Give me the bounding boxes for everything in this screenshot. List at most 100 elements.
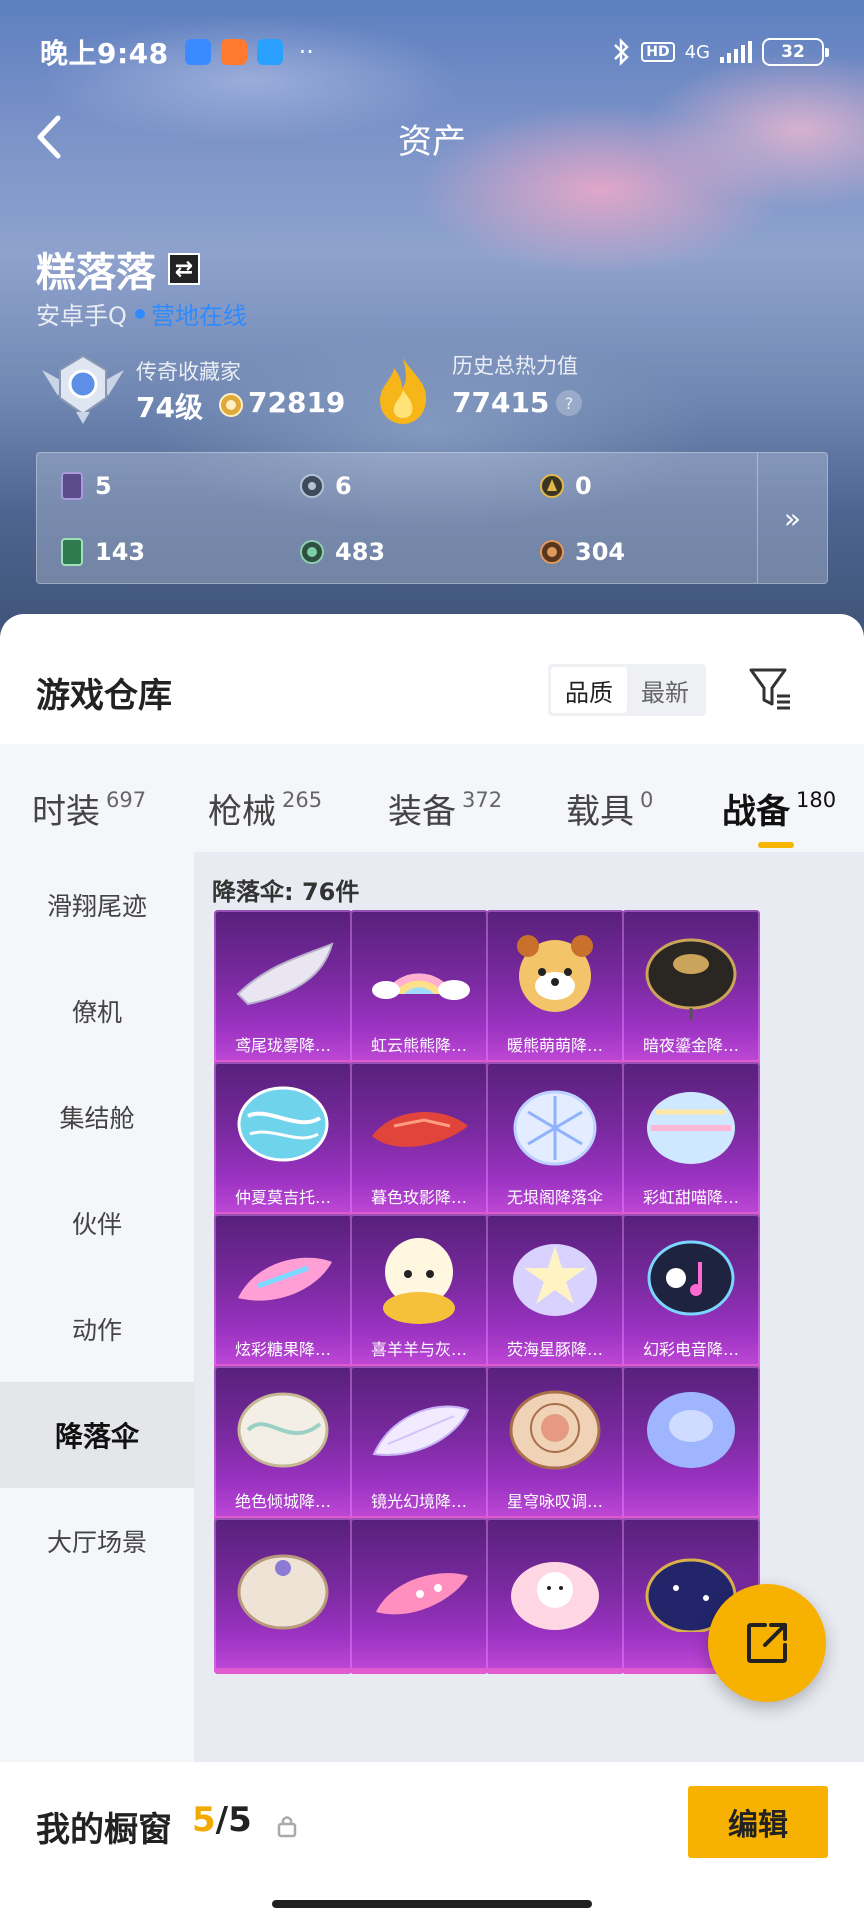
gold-medal-icon bbox=[540, 474, 564, 498]
tab-weapons[interactable]: 枪械 265 bbox=[208, 784, 322, 833]
item-name: 无垠阁降落伞 bbox=[506, 1188, 603, 1207]
item-card[interactable] bbox=[350, 1518, 488, 1674]
item-card[interactable]: 星穹咏叹调… bbox=[486, 1366, 624, 1522]
hd-badge: HD bbox=[641, 42, 675, 62]
battery-icon: 32 bbox=[762, 38, 829, 66]
item-card[interactable]: 绝色倾城降… bbox=[214, 1366, 352, 1522]
online-dot-icon bbox=[134, 308, 145, 319]
silver-medal-icon bbox=[300, 474, 324, 498]
item-card[interactable]: 喜羊羊与灰… bbox=[350, 1214, 488, 1370]
tab-label: 战备 bbox=[722, 792, 790, 832]
item-name: 鸢尾珑雾降… bbox=[234, 1036, 331, 1055]
taobao-app-icon bbox=[220, 39, 247, 65]
bottom-bar: 我的橱窗 5/5 编辑 bbox=[0, 1762, 864, 1920]
resource-value: 483 bbox=[335, 538, 386, 566]
filter-icon[interactable] bbox=[748, 666, 792, 712]
parachute-art-icon bbox=[647, 1392, 735, 1468]
item-card[interactable] bbox=[486, 1518, 624, 1674]
parachute-art-icon bbox=[372, 973, 470, 1000]
resource-item: 483 bbox=[299, 537, 385, 567]
network-type: 4G bbox=[684, 41, 710, 63]
help-icon[interactable]: ? bbox=[556, 390, 582, 416]
sort-option-quality[interactable]: 品质 bbox=[551, 667, 627, 713]
item-card[interactable]: 彩虹甜喵降… bbox=[622, 1062, 760, 1218]
share-icon bbox=[747, 1623, 787, 1663]
switch-account-icon[interactable]: ⇄ bbox=[168, 253, 200, 285]
item-name: 幻彩电音降… bbox=[642, 1340, 739, 1359]
parachute-art-icon bbox=[238, 1257, 332, 1301]
resource-value: 304 bbox=[575, 538, 626, 566]
side-item-glide-trail[interactable]: 滑翔尾迹 bbox=[0, 852, 194, 958]
item-card[interactable]: 暗夜鎏金降… bbox=[622, 910, 760, 1066]
item-name: 仲夏莫吉托… bbox=[234, 1188, 331, 1207]
showcase-label: 我的橱窗 bbox=[36, 1810, 172, 1850]
tab-fashion[interactable]: 时装 697 bbox=[32, 784, 146, 833]
warehouse-sheet: 游戏仓库 品质 最新 时装 697 枪械 265 装备 372 载具 0 战备 … bbox=[0, 614, 864, 1920]
showcase-current: 5 bbox=[192, 1800, 216, 1840]
sort-option-newest[interactable]: 最新 bbox=[627, 667, 703, 713]
tab-combat-gear[interactable]: 战备 180 bbox=[722, 784, 836, 833]
side-item-emote[interactable]: 动作 bbox=[0, 1276, 194, 1382]
side-item-companion[interactable]: 伙伴 bbox=[0, 1170, 194, 1276]
side-item-rally-pod[interactable]: 集结舱 bbox=[0, 1064, 194, 1170]
item-name: 星穹咏叹调… bbox=[506, 1492, 603, 1511]
status-right-group: HD 4G 32 bbox=[611, 37, 829, 67]
tab-count: 0 bbox=[640, 788, 654, 812]
tab-label: 装备 bbox=[388, 792, 456, 832]
parachute-art-icon bbox=[237, 1392, 329, 1468]
parachute-art-icon bbox=[517, 935, 593, 1012]
page-title: 资产 bbox=[398, 122, 466, 162]
parachute-art-icon bbox=[372, 1112, 468, 1147]
parachute-art-icon bbox=[236, 942, 334, 1006]
side-item-wingman[interactable]: 僚机 bbox=[0, 958, 194, 1064]
item-card[interactable]: 炫彩糖果降… bbox=[214, 1214, 352, 1370]
parachute-art-icon bbox=[647, 1092, 735, 1164]
item-card[interactable]: 虹云熊熊降… bbox=[350, 910, 488, 1066]
tab-label: 时装 bbox=[32, 792, 100, 832]
item-card[interactable]: 镜光幻境降… bbox=[350, 1366, 488, 1522]
resource-panel[interactable]: 5 6 0 143 483 304 » bbox=[36, 452, 828, 584]
item-card[interactable]: 暖熊萌萌降… bbox=[486, 910, 624, 1066]
user-platform: 安卓手Q bbox=[36, 302, 127, 330]
resource-value: 143 bbox=[95, 538, 146, 566]
item-card[interactable]: 无垠阁降落伞 bbox=[486, 1062, 624, 1218]
share-button[interactable] bbox=[708, 1584, 826, 1702]
parachute-art-icon bbox=[237, 1086, 329, 1162]
lock-icon bbox=[277, 1816, 297, 1838]
item-card[interactable]: 幻彩电音降… bbox=[622, 1214, 760, 1370]
tab-equipment[interactable]: 装备 372 bbox=[388, 784, 502, 833]
parachute-art-icon bbox=[237, 1554, 329, 1630]
edit-button[interactable]: 编辑 bbox=[688, 1786, 828, 1858]
item-card[interactable]: 鸢尾珑雾降… bbox=[214, 910, 352, 1066]
green-card-icon bbox=[61, 538, 83, 566]
resource-expand-button[interactable]: » bbox=[757, 453, 827, 583]
showcase-total: /5 bbox=[215, 1800, 252, 1840]
coin-icon bbox=[219, 393, 243, 417]
side-item-parachute[interactable]: 降落伞 bbox=[0, 1382, 194, 1488]
rank-emblem-icon bbox=[42, 354, 124, 424]
item-card[interactable]: 仲夏莫吉托… bbox=[214, 1062, 352, 1218]
item-name: 彩虹甜喵降… bbox=[642, 1188, 739, 1207]
item-card[interactable]: 暮色玫影降… bbox=[350, 1062, 488, 1218]
item-name: 炫彩糖果降… bbox=[234, 1340, 331, 1359]
tab-vehicles[interactable]: 载具 0 bbox=[566, 784, 653, 833]
status-time: 晚上9:48 bbox=[40, 37, 169, 70]
hero-background: 晚上9:48 ·· HD 4G 32 资产 糕落落 ⇄ 安卓手Q 营地在线 传奇… bbox=[0, 0, 864, 640]
item-name: 荧海星豚降… bbox=[506, 1340, 603, 1359]
coin-value: 72819 bbox=[248, 386, 346, 419]
item-card[interactable] bbox=[214, 1518, 352, 1674]
status-more-dots: ·· bbox=[298, 38, 314, 66]
item-card[interactable]: 荧海星豚降… bbox=[486, 1214, 624, 1370]
side-item-lobby-scene[interactable]: 大厅场景 bbox=[0, 1488, 194, 1594]
qq-app-icon bbox=[256, 39, 283, 65]
resource-item: 6 bbox=[299, 471, 352, 501]
rank-title: 传奇收藏家 bbox=[136, 360, 241, 384]
item-card[interactable] bbox=[622, 1366, 760, 1522]
tab-count: 697 bbox=[106, 788, 147, 812]
item-name: 镜光幻境降… bbox=[370, 1492, 467, 1511]
resource-item: 143 bbox=[59, 537, 145, 567]
flame-icon bbox=[380, 358, 427, 424]
showcase-count: 5/5 bbox=[192, 1800, 252, 1840]
green-orb-icon bbox=[300, 540, 324, 564]
home-indicator bbox=[272, 1900, 592, 1908]
